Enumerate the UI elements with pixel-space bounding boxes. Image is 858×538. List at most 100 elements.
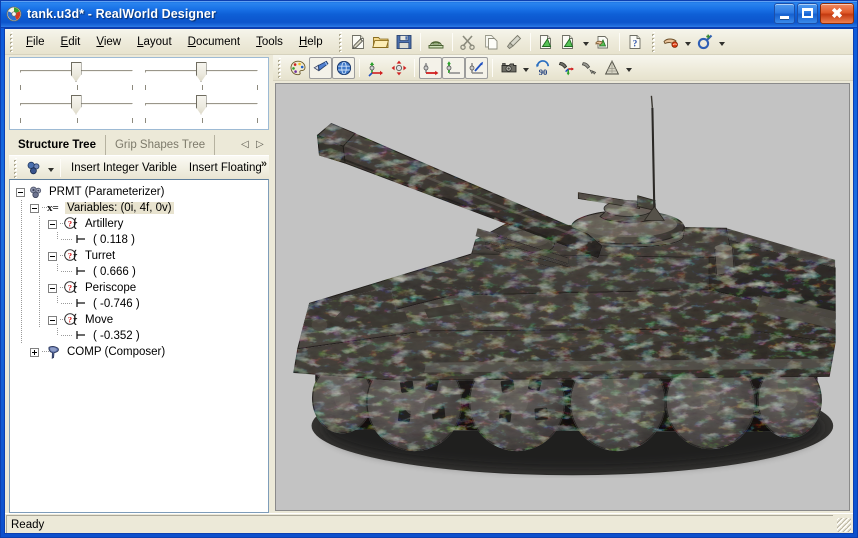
tab-strip: Structure Tree Grip Shapes Tree [9,133,269,155]
apply-shape-icon[interactable] [592,31,615,53]
open-folder-icon[interactable] [370,31,393,53]
tree-node-label: ( 0.666 ) [93,266,136,278]
render-icon[interactable] [660,31,683,53]
chevron-down-icon[interactable] [717,31,728,53]
tab-scroll-arrows [241,139,269,155]
view-toolbar-gripper[interactable] [276,57,284,78]
axis-rotate-x-icon[interactable] [419,56,442,79]
save-floppy-icon[interactable] [393,31,416,53]
insert-shape-dropdown-icon[interactable] [558,31,581,53]
resize-grip-icon[interactable] [837,518,851,532]
globe-environment-icon[interactable] [332,56,355,79]
tree-toolbar-gripper[interactable] [12,157,20,178]
viewport-3d[interactable] [275,83,850,511]
menu-item-view[interactable]: View [88,33,129,51]
menu-item-layout[interactable]: Layout [129,33,180,51]
slider-thumb[interactable] [195,62,207,82]
palette-colors-icon[interactable] [286,57,309,79]
slider-thumb[interactable] [70,62,82,82]
tree-node-comp[interactable]: COMP (Composer) [12,344,268,360]
tab-scroll-left-icon[interactable] [241,139,249,152]
slider-thumb[interactable] [195,94,207,115]
slider-move[interactable] [139,94,264,127]
menu-item-tools[interactable]: Tools [248,33,291,51]
chevron-down-icon[interactable] [623,57,634,79]
axis-move-icon[interactable] [364,57,387,79]
tab-structure-tree[interactable]: Structure Tree [9,135,106,155]
new-document-icon[interactable] [347,31,370,53]
insert-integer-variable-button[interactable]: Insert Integer Varible [65,162,183,174]
pan-arrows-icon[interactable] [387,57,410,79]
expander-icon[interactable] [30,347,39,357]
tree-node-turret-value[interactable]: ( 0.666 ) [12,264,268,280]
tree-guide-line [57,264,58,272]
minimize-button[interactable] [774,3,795,24]
axis-rotate-y-icon[interactable] [442,56,465,79]
expander-icon[interactable] [48,315,57,325]
tree-connector [61,328,75,344]
chevron-down-icon[interactable] [520,57,531,79]
structure-tree[interactable]: PRMT (Parameterizer) x= Variables: (0i, … [9,179,269,513]
menu-item-edit[interactable]: Edit [53,33,89,51]
expander-icon[interactable] [48,219,57,229]
tree-guide-line [21,328,22,344]
tree-guide-line [39,216,40,232]
print-preview-icon[interactable] [425,31,448,53]
variables-icon[interactable] [22,157,45,179]
light-axis-icon[interactable] [554,57,577,79]
maximize-button[interactable] [797,3,818,24]
tree-node-periscope-value[interactable]: ( -0.746 ) [12,296,268,312]
slider-ticks [20,85,133,91]
tree-node-move[interactable]: ? Move [12,312,268,328]
tree-connector [61,296,75,312]
axis-rotate-z-icon[interactable] [465,56,488,79]
tree-toolbar: Insert Integer Varible Insert Floating » [9,155,269,179]
chevron-down-icon[interactable] [45,157,56,179]
flashlight-icon[interactable] [309,56,332,79]
chevron-down-icon[interactable] [683,31,694,53]
insert-shape-icon[interactable] [535,31,558,53]
toolbar-gripper-2[interactable] [649,31,658,52]
tree-node-label: PRMT (Parameterizer) [49,186,165,198]
tree-node-variables[interactable]: x= Variables: (0i, 4f, 0v) [12,200,268,216]
menu-gripper[interactable] [8,31,16,52]
help-question-icon[interactable]: ? [624,31,647,53]
tree-node-prmt[interactable]: PRMT (Parameterizer) [12,184,268,200]
slider-thumb[interactable] [70,94,82,115]
tab-grip-shapes-tree[interactable]: Grip Shapes Tree [105,135,216,155]
rotate-90-icon[interactable]: 90 [531,57,554,79]
slider-periscope[interactable] [14,94,139,127]
expander-icon[interactable] [30,203,39,213]
tree-guide-line [57,328,58,336]
tab-scroll-right-icon[interactable] [256,139,264,152]
expander-icon[interactable] [48,283,57,293]
insert-floating-button[interactable]: Insert Floating [183,162,268,174]
tree-node-turret[interactable]: ? Turret [12,248,268,264]
expander-icon[interactable] [16,187,25,197]
camera-icon[interactable] [497,57,520,79]
expander-icon[interactable] [48,251,57,261]
menu-item-file[interactable]: File [18,33,53,51]
cut-scissors-icon[interactable] [457,31,480,53]
toolbar-gripper[interactable] [336,31,345,52]
tank-model-render [276,84,849,490]
tree-node-periscope[interactable]: ? Periscope [12,280,268,296]
menu-item-document[interactable]: Document [180,33,248,51]
float-variable-icon: ? [64,312,80,328]
slider-turret[interactable] [139,61,264,94]
cone-shape-icon[interactable] [600,57,623,79]
add-object-icon[interactable] [694,31,717,53]
tree-node-artillery[interactable]: ? Artillery [12,216,268,232]
tree-node-move-value[interactable]: ( -0.352 ) [12,328,268,344]
light-gray-icon[interactable] [577,57,600,79]
client-area: File Edit View Layout Document Tools Hel… [4,28,854,534]
menu-item-help[interactable]: Help [291,33,331,51]
tree-guide-line [21,264,22,280]
tree-node-artillery-value[interactable]: ( 0.118 ) [12,232,268,248]
copy-pages-icon[interactable] [480,31,503,53]
slider-artillery[interactable] [14,61,139,94]
close-button[interactable]: ✖ [820,3,854,24]
chevron-down-icon[interactable] [581,31,592,53]
paste-brush-icon[interactable] [503,31,526,53]
toolbar-overflow-icon[interactable]: » [261,158,267,170]
